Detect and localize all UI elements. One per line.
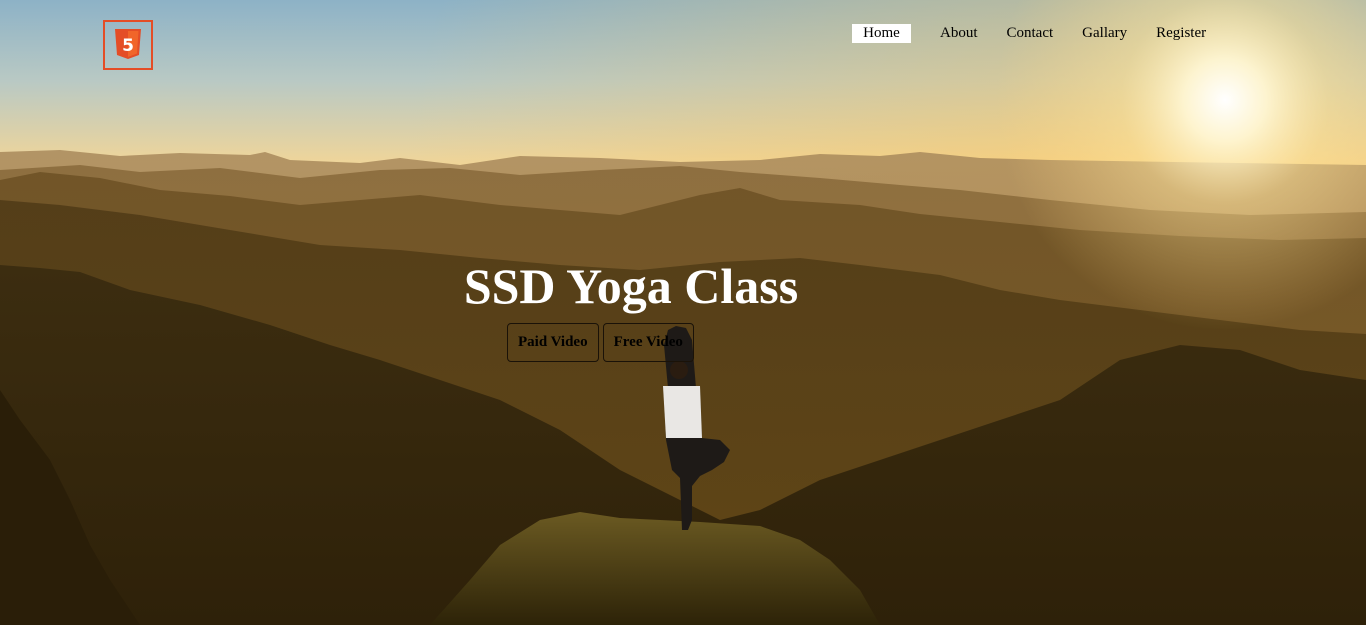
html5-icon: 5 <box>103 20 153 70</box>
nav-register[interactable]: Register <box>1156 24 1206 43</box>
nav-home[interactable]: Home <box>852 24 911 43</box>
paid-video-button[interactable]: Paid Video <box>507 323 599 362</box>
hero-title: SSD Yoga Class <box>463 258 799 314</box>
nav-gallary[interactable]: Gallary <box>1082 24 1127 43</box>
top-nav: Home About Contact Gallary Register <box>852 24 1206 43</box>
hero-buttons: Paid Video Free Video <box>507 323 698 362</box>
free-video-button[interactable]: Free Video <box>602 323 694 362</box>
html5-logo[interactable]: 5 <box>103 20 153 70</box>
nav-about[interactable]: About <box>940 24 978 43</box>
hero-section: 5 Home About Contact Gallary Register SS… <box>0 0 1366 625</box>
nav-contact[interactable]: Contact <box>1007 24 1054 43</box>
svg-text:5: 5 <box>122 36 134 56</box>
